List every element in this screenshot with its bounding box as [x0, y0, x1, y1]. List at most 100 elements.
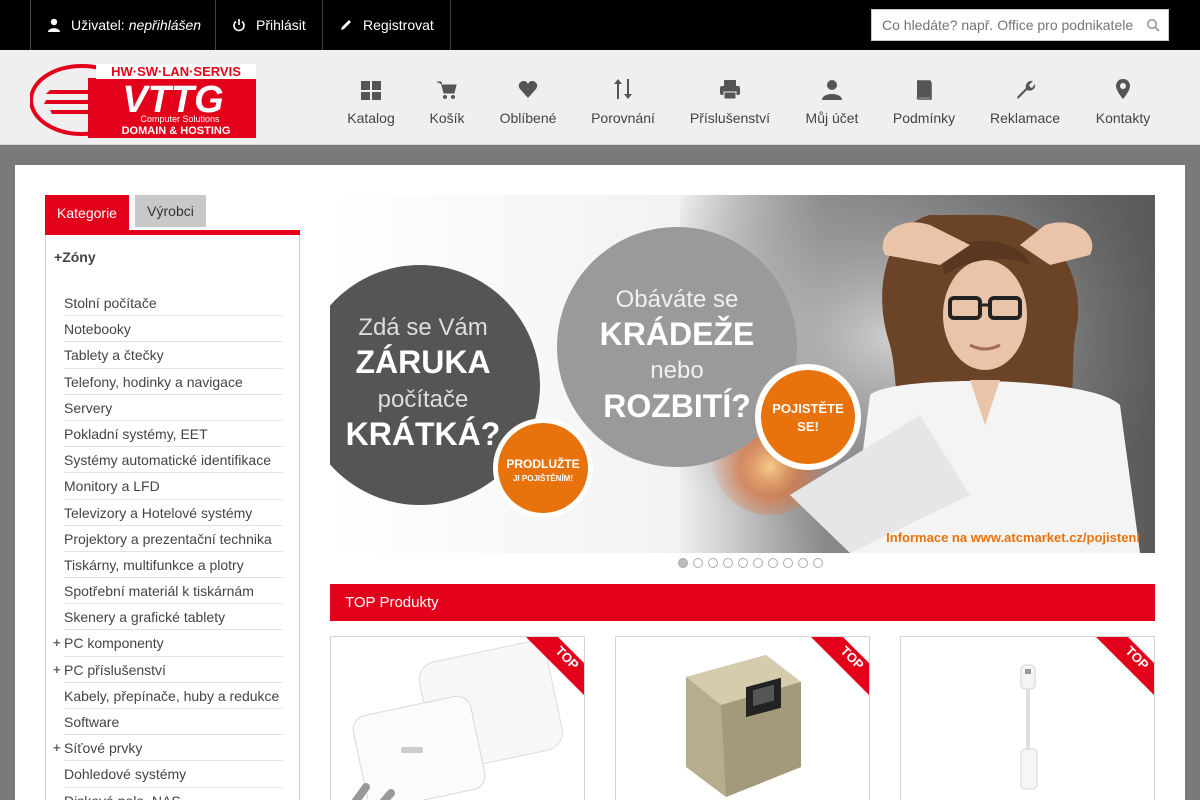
promo-banner[interactable]: Zdá se Vám ZÁRUKA počítače KRÁTKÁ? PRODL… — [330, 195, 1155, 553]
category-item[interactable]: Disková pole, NAS — [64, 788, 283, 800]
power-icon — [233, 19, 245, 32]
banner-left-line-2: ZÁRUKA — [355, 344, 490, 380]
plus-icon[interactable]: + — [53, 735, 61, 761]
category-item[interactable]: Dohledové systémy — [64, 761, 283, 788]
plus-icon[interactable]: + — [53, 630, 61, 656]
top-ribbon: TOP — [805, 637, 869, 701]
top-products-heading: TOP Produkty — [330, 584, 1155, 621]
category-item[interactable]: Systémy automatické identifikace — [64, 447, 283, 474]
product-card[interactable]: TOP — [615, 636, 870, 800]
banner-left-line-4: KRÁTKÁ? — [346, 416, 501, 452]
top-ribbon: TOP — [1090, 637, 1154, 701]
category-heading-label: Zóny — [62, 249, 96, 265]
category-label: Monitory a LFD — [64, 478, 160, 495]
carousel-dot[interactable] — [738, 558, 748, 568]
nav-kontakty[interactable]: Kontakty — [1093, 76, 1153, 126]
carousel-dot[interactable] — [768, 558, 778, 568]
category-label: Software — [64, 714, 120, 730]
carousel-dot[interactable] — [798, 558, 808, 568]
site-logo[interactable]: HW·SW·LAN·SERVIS VTTG Computer Solutions… — [29, 64, 258, 140]
logo-top-line: HW·SW·LAN·SERVIS — [111, 64, 241, 79]
category-item[interactable]: + PC komponenty — [53, 630, 283, 657]
category-label: PC příslušenství — [64, 661, 166, 678]
category-item[interactable]: Monitory a LFD — [64, 473, 283, 500]
category-item[interactable]: Software — [64, 709, 283, 736]
tab-vyrobci[interactable]: Výrobci — [135, 195, 206, 227]
nav-reklamace[interactable]: Reklamace — [988, 76, 1062, 126]
plus-icon: + — [54, 249, 63, 265]
pencil-icon — [341, 20, 351, 30]
carousel-dot[interactable] — [783, 558, 793, 568]
book-icon — [916, 80, 932, 100]
nav-label: Katalog — [347, 110, 395, 126]
category-item[interactable]: Telefony, hodinky a navigace — [64, 369, 283, 395]
cart-icon — [437, 81, 457, 99]
nav-porovnani[interactable]: Porovnání — [589, 76, 657, 126]
nav-label: Můj účet — [805, 110, 859, 126]
main-content: Kategorie Výrobci +Zóny Stolní počítače N… — [15, 165, 1185, 800]
banner-left-line-1: Zdá se Vám — [358, 314, 487, 341]
category-label: Notebooky — [64, 321, 131, 338]
category-label: Spotřební materiál k tiskárnám — [64, 583, 254, 600]
nav-kosik[interactable]: Košík — [427, 76, 467, 126]
banner-info-link: Informace na www.atcmarket.cz/pojisteni — [886, 530, 1140, 545]
nav-prislusenstvi[interactable]: Příslušenství — [688, 76, 772, 126]
product-card[interactable]: TOP — [330, 636, 585, 800]
register-link[interactable]: Registrovat — [322, 0, 451, 50]
category-item[interactable]: Servery — [64, 395, 283, 421]
category-item[interactable]: + PC příslušenství — [53, 657, 283, 683]
carousel-dot[interactable] — [708, 558, 718, 568]
nav-podminky[interactable]: Podmínky — [891, 76, 957, 126]
category-item[interactable]: Pokladní systémy, EET — [64, 421, 283, 448]
category-label: Stolní počítače — [64, 295, 157, 311]
banner-left-badge-2: JI POJIŠTĚNÍM! — [513, 474, 573, 483]
product-card[interactable]: TOP — [900, 636, 1155, 800]
category-item[interactable]: Notebooky — [64, 316, 283, 343]
carousel-dot[interactable] — [813, 558, 823, 568]
category-heading[interactable]: +Zóny — [54, 249, 96, 265]
plus-icon[interactable]: + — [53, 657, 61, 683]
carousel-dot[interactable] — [678, 558, 688, 568]
user-status-value: nepřihlášen — [128, 17, 202, 33]
login-link[interactable]: Přihlásit — [215, 0, 322, 50]
category-item[interactable]: Stolní počítače — [64, 290, 283, 317]
carousel-dot[interactable] — [753, 558, 763, 568]
tab-kategorie[interactable]: Kategorie — [45, 195, 129, 231]
sort-arrows-icon — [614, 79, 632, 99]
nav-oblibene[interactable]: Oblíbené — [497, 76, 559, 126]
nav-label: Reklamace — [989, 110, 1061, 126]
category-item[interactable]: Skenery a grafické tablety — [64, 604, 283, 631]
banner-right-line-2: KRÁDEŽE — [600, 316, 755, 352]
banner-right-badge-1: POJISTĚTE — [772, 401, 844, 416]
category-item[interactable]: Tablety a čtečky — [64, 342, 283, 369]
category-item[interactable]: Projektory a prezentační technika — [64, 526, 283, 552]
nav-katalog[interactable]: Katalog — [345, 76, 397, 126]
category-label: Dohledové systémy — [64, 766, 187, 783]
category-label: PC komponenty — [64, 635, 164, 652]
header: HW·SW·LAN·SERVIS VTTG Computer Solutions… — [0, 50, 1200, 145]
category-label: Projektory a prezentační technika — [64, 530, 272, 547]
category-item[interactable]: Tiskárny, multifunkce a plotry — [64, 552, 283, 579]
nav-label: Příslušenství — [689, 110, 771, 126]
category-label: Tiskárny, multifunkce a plotry — [64, 556, 244, 573]
category-item[interactable]: + Síťové prvky — [53, 735, 283, 762]
carousel-dots — [678, 558, 823, 570]
user-label: Uživatel: — [71, 17, 125, 33]
category-item[interactable]: Kabely, přepínače, huby a redukce — [64, 683, 283, 709]
banner-right-badge-2: SE! — [797, 419, 819, 434]
search-input[interactable] — [872, 17, 1142, 33]
category-label: Servery — [64, 399, 113, 416]
top-bar: Uživatel: nepřihlášen Přihlásit Registro… — [0, 0, 1200, 50]
carousel-dot[interactable] — [723, 558, 733, 568]
nav-muj-ucet[interactable]: Můj účet — [803, 76, 861, 126]
banner-left-badge-1: PRODLUŽTE — [506, 456, 579, 471]
logo-tagline: Computer Solutions — [140, 114, 220, 124]
category-item[interactable]: Televizory a Hotelové systémy — [64, 500, 283, 526]
banner-graphic: Zdá se Vám ZÁRUKA počítače KRÁTKÁ? PRODL… — [330, 195, 1155, 553]
top-ribbon: TOP — [520, 637, 584, 701]
category-item[interactable]: Spotřební materiál k tiskárnám — [64, 578, 283, 605]
user-icon — [48, 18, 60, 32]
search-icon[interactable] — [1146, 18, 1160, 32]
carousel-dot[interactable] — [693, 558, 703, 568]
banner-right-line-4: ROZBITÍ? — [603, 388, 751, 424]
